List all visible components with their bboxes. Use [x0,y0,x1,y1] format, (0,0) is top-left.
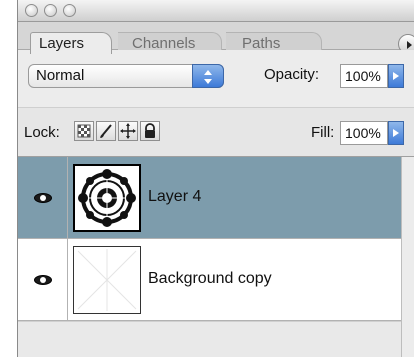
layer-thumbnail [73,164,141,232]
layer-name: Background copy [148,270,272,287]
layer-thumbnail [73,246,141,314]
fill-label: Fill: [311,124,335,141]
title-bar [18,0,414,22]
triangle-right-icon [393,72,399,80]
opacity-slider-arrow[interactable] [388,64,404,88]
layer-name: Layer 4 [148,188,202,205]
blend-mode-row: Normal Opacity: 100% [18,50,414,107]
layers-panel-window: Layers Channels Paths Normal Opacity: 10… [17,0,414,357]
lock-icon [145,123,155,138]
brush-icon [100,124,112,138]
blend-mode-dropdown-arrow[interactable] [192,64,224,88]
ornament-thumbnail-icon [78,169,136,227]
opacity-field[interactable]: 100% [340,64,388,88]
zoom-window-button[interactable] [63,4,76,17]
lock-label: Lock: [24,124,60,141]
triangle-right-icon [393,129,399,137]
up-down-arrows-icon [204,70,212,84]
blend-mode-value: Normal [36,67,85,84]
eye-icon [34,275,52,285]
close-window-button[interactable] [25,4,38,17]
scrollbar-track[interactable] [401,157,414,357]
layer-row-layer-4[interactable]: Layer 4 [18,157,414,239]
faint-lines-thumbnail-icon [77,249,137,311]
visibility-toggle[interactable] [18,239,68,321]
eye-icon [34,193,52,203]
lock-all-button[interactable] [140,121,160,141]
lock-row: Lock: Fill: 100% [18,107,414,157]
layer-row-background-copy[interactable]: Background copy [18,239,414,321]
layers-list-empty-area [18,321,414,357]
fill-slider-arrow[interactable] [388,121,404,145]
layers-list: Layer 4 Background copy [18,157,414,357]
tab-layers[interactable]: Layers [30,32,112,54]
move-icon [120,123,136,139]
minimize-window-button[interactable] [44,4,57,17]
lock-transparent-pixels-button[interactable] [74,121,94,141]
lock-image-pixels-button[interactable] [96,121,116,141]
lock-position-button[interactable] [118,121,138,141]
checkerboard-icon [77,124,91,138]
panel-tab-bar: Layers Channels Paths [18,22,414,54]
opacity-label: Opacity: [264,66,320,83]
fill-field[interactable]: 100% [340,121,388,145]
visibility-toggle[interactable] [18,157,68,239]
